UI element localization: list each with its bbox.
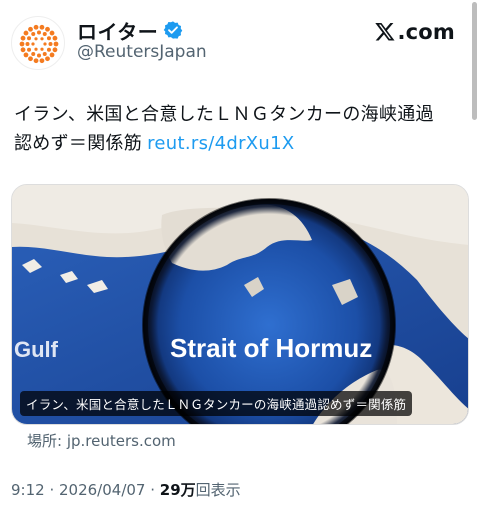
link-card[interactable]: Strait of Hormuz Gulf イラン、米国と合意したＬＮＧタンカー… — [11, 184, 469, 425]
x-com-branding[interactable]: .com — [374, 18, 455, 44]
scrollbar[interactable] — [472, 2, 477, 120]
logo-dot — [23, 30, 29, 36]
logo-dot — [42, 32, 47, 37]
logo-dot — [49, 30, 55, 36]
logo-dot — [37, 30, 41, 35]
views-count: 29万 — [159, 481, 196, 499]
logo-dot — [33, 24, 39, 30]
reuters-logo-icon[interactable] — [11, 16, 65, 70]
user-handle[interactable]: @ReutersJapan — [77, 42, 207, 62]
verified-badge-icon — [163, 21, 183, 39]
tweet-link[interactable]: reut.rs/4drXu1X — [147, 133, 294, 154]
logo-dot — [31, 42, 35, 46]
logo-dot — [39, 24, 45, 30]
logo-dot — [19, 41, 25, 47]
logo-dot — [20, 35, 26, 41]
logo-dot — [34, 37, 38, 41]
logo-dot — [28, 26, 33, 32]
logo-dot — [23, 52, 29, 58]
logo-dot — [37, 53, 41, 58]
logo-dot — [25, 42, 30, 46]
logo-dot — [39, 58, 45, 64]
logo-dot — [28, 56, 33, 62]
card-source[interactable]: 場所: jp.reuters.com — [27, 430, 176, 451]
views-label: 回表示 — [195, 481, 241, 499]
logo-dot — [46, 47, 51, 52]
logo-dot — [45, 56, 50, 62]
tweet-text: イラン、米国と合意したＬＮＧタンカーの海峡通過 認めず＝関係筋 reut.rs/4… — [14, 100, 469, 158]
logo-dot — [27, 36, 32, 41]
logo-dot — [53, 41, 59, 47]
logo-dot — [33, 58, 39, 64]
x-logo-icon — [375, 23, 395, 41]
map-label-strait: Strait of Hormuz — [170, 333, 372, 363]
meta-separator: · — [44, 481, 59, 499]
logo-dot — [27, 47, 32, 52]
logo-dot — [45, 26, 50, 32]
logo-dot — [34, 47, 38, 51]
logo-dot — [31, 32, 36, 37]
card-image: Strait of Hormuz Gulf — [12, 185, 468, 424]
tweet-text-line2: 認めず＝関係筋 — [14, 133, 143, 154]
author-name-row[interactable]: ロイター — [77, 16, 183, 44]
display-name[interactable]: ロイター — [77, 16, 158, 45]
site-domain: .com — [397, 20, 455, 44]
meta-separator: · — [145, 481, 160, 499]
map-label-gulf: Gulf — [14, 337, 59, 362]
card-caption: イラン、米国と合意したＬＮＧタンカーの海峡通過認めず＝関係筋 — [20, 391, 413, 416]
logo-dot — [43, 42, 47, 46]
logo-dot — [40, 47, 44, 51]
logo-dot — [42, 51, 47, 56]
logo-dot — [52, 47, 58, 53]
tweet-screen: ロイター @ReutersJapan .com イラン、米国と合意したＬＮＧタン… — [0, 0, 480, 515]
logo-dot — [48, 42, 53, 46]
logo-dot — [20, 47, 26, 53]
tweet-date[interactable]: 2026/04/07 — [59, 481, 145, 499]
tweet-meta: 9:12 · 2026/04/07 · 29万回表示 — [11, 479, 241, 500]
logo-dot — [49, 52, 55, 58]
logo-dot — [40, 37, 44, 41]
logo-dot — [31, 51, 36, 56]
tweet-time[interactable]: 9:12 — [11, 481, 45, 499]
tweet-text-line1: イラン、米国と合意したＬＮＧタンカーの海峡通過 — [14, 104, 434, 125]
logo-dot — [52, 35, 58, 41]
logo-dot — [46, 36, 51, 41]
